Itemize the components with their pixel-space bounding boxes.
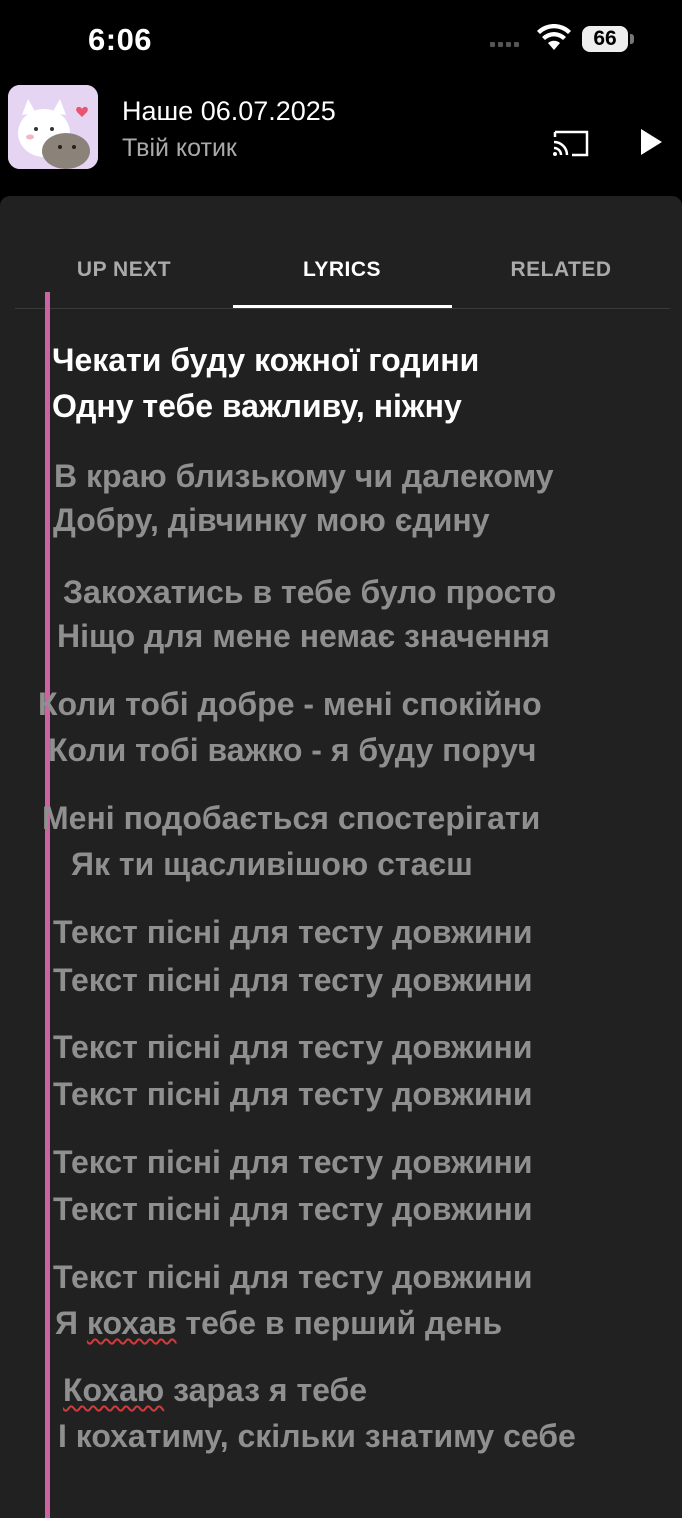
- lyric-line: Закохатись в тебе було просто: [63, 574, 557, 610]
- lyric-line: Коли тобі добре - мені спокійно: [38, 686, 542, 722]
- lyric-line: Коли тобі важко - я буду поруч: [48, 732, 537, 768]
- lyric-line: Текст пісні для тесту довжини: [53, 1144, 533, 1180]
- track-artist: Твій котик: [122, 134, 237, 162]
- lyric-line: Текст пісні для тесту довжини: [53, 1191, 533, 1227]
- wifi-icon: [537, 24, 571, 50]
- lyric-line: В краю близькому чи далекому: [54, 458, 554, 494]
- tab-lyrics[interactable]: LYRICS: [233, 258, 451, 282]
- track-title: Наше 06.07.2025: [122, 96, 336, 126]
- lyric-line: Чекати буду кожної години: [52, 342, 480, 378]
- signal-icon: [490, 34, 522, 52]
- lyric-line: Текст пісні для тесту довжини: [53, 1029, 533, 1065]
- cast-icon[interactable]: [552, 128, 590, 158]
- spellcheck-word: Кохаю: [63, 1372, 165, 1408]
- lyric-line: Кохаю зараз я тебе: [63, 1372, 368, 1408]
- mini-player[interactable]: Наше 06.07.2025 Твій котик: [0, 80, 682, 196]
- lyric-line: Текст пісні для тесту довжини: [53, 1259, 533, 1295]
- lyric-line: Ніщо для мене немає значення: [57, 618, 550, 654]
- tab-related[interactable]: RELATED: [452, 258, 670, 282]
- lyrics-accent-bar: [45, 292, 50, 1518]
- active-tab-indicator: [233, 305, 452, 308]
- lyric-line: Як ти щасливішою стаєш: [71, 846, 473, 882]
- lyric-line: Текст пісні для тесту довжини: [53, 962, 533, 998]
- battery-icon: 66: [582, 26, 634, 52]
- lyric-line: Текст пісні для тесту довжини: [53, 914, 533, 950]
- lyric-line: Одну тебе важливу, ніжну: [52, 388, 462, 424]
- lyric-line: Мені подобається спостерігати: [42, 800, 541, 836]
- status-time: 6:06: [88, 22, 153, 57]
- lyric-line: Я кохав тебе в перший день: [55, 1305, 503, 1341]
- battery-level: 66: [593, 27, 617, 50]
- tab-up-next[interactable]: UP NEXT: [15, 258, 233, 282]
- status-bar: 6:06 66: [0, 0, 682, 80]
- spellcheck-word: кохав: [86, 1305, 177, 1341]
- lyric-line: Текст пісні для тесту довжини: [53, 1076, 533, 1112]
- lyrics-panel: UP NEXT LYRICS RELATED Чекати буду кожно…: [0, 196, 682, 1518]
- lyric-line: І кохатиму, скільки знатиму себе: [58, 1418, 576, 1454]
- tab-bar: UP NEXT LYRICS RELATED: [15, 236, 670, 309]
- play-icon[interactable]: [638, 128, 664, 156]
- album-art[interactable]: [8, 85, 98, 169]
- lyric-line: Добру, дівчинку мою єдину: [53, 502, 490, 538]
